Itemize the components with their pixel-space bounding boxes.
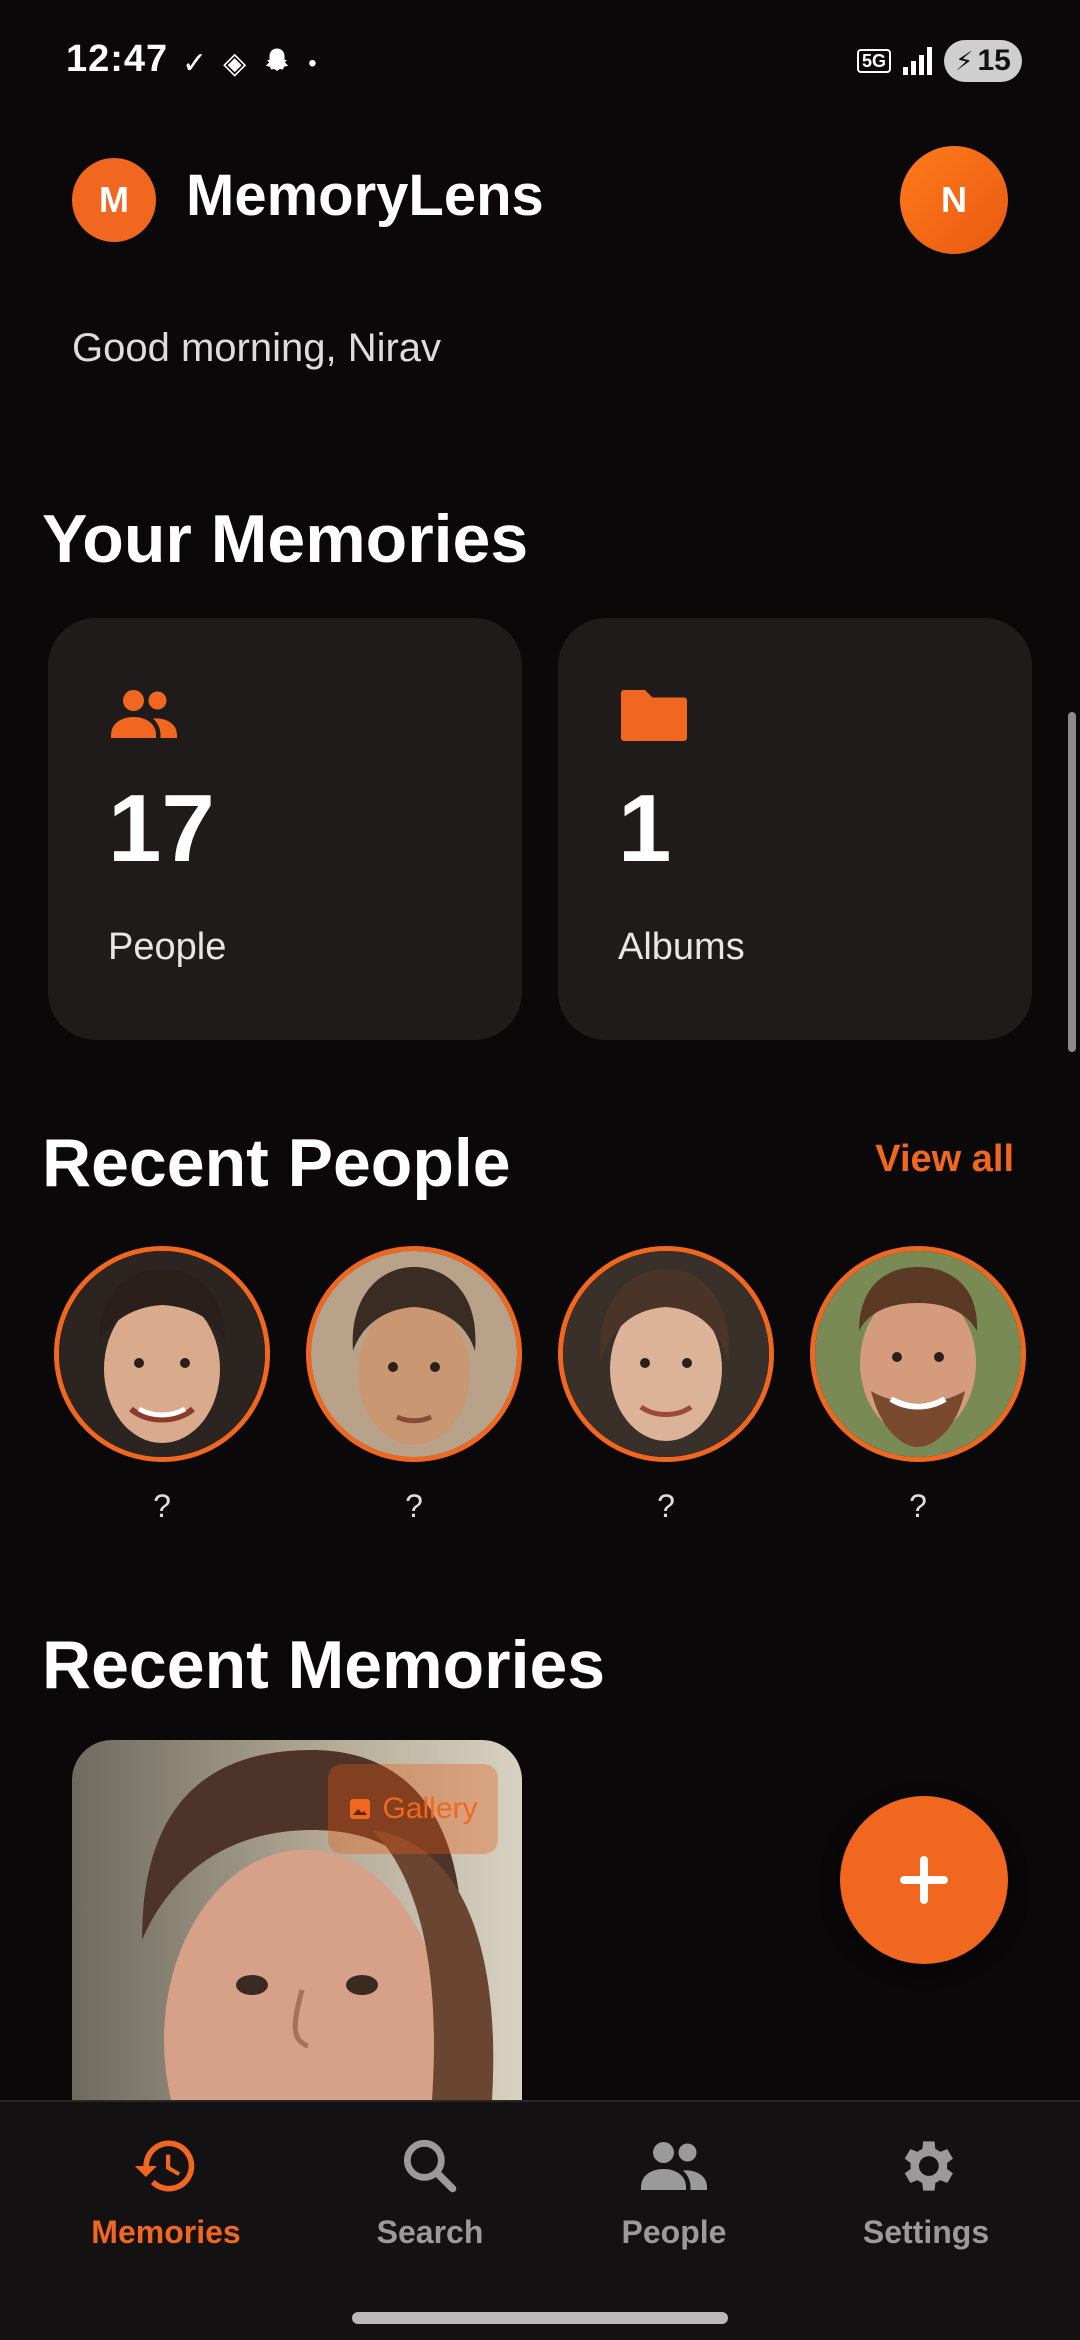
charging-icon: ⚡ [955, 45, 974, 76]
status-bar: 12:47 ✓ ◈ • 5G ⚡ 15 [0, 0, 1080, 120]
person-photo [306, 1246, 522, 1462]
nav-search[interactable]: Search [310, 2132, 550, 2251]
app-title: MemoryLens [186, 163, 544, 228]
bottom-navigation: Memories Search People Settings [0, 2100, 1080, 2340]
profile-avatar-button[interactable]: N [900, 146, 1008, 254]
view-all-link[interactable]: View all [875, 1138, 1014, 1181]
memory-card[interactable]: Gallery [72, 1740, 522, 2100]
people-label: People [108, 926, 227, 968]
people-stat-card[interactable]: 17 People [48, 618, 522, 1040]
person-item[interactable]: ? [810, 1246, 1026, 1525]
image-icon [350, 1799, 371, 1819]
system-icons: 5G ⚡ 15 [856, 40, 1022, 82]
person-photo [54, 1246, 270, 1462]
your-memories-heading: Your Memories [42, 501, 529, 577]
greeting-text: Good morning, Nirav [72, 326, 442, 370]
nav-label: Settings [862, 2214, 990, 2250]
nav-label: Search [376, 2214, 484, 2250]
person-item[interactable]: ? [558, 1246, 774, 1525]
nav-settings[interactable]: Settings [806, 2132, 1046, 2251]
gallery-tag: Gallery [328, 1764, 498, 1854]
people-icon [111, 690, 177, 738]
snapchat-icon [262, 46, 292, 82]
scrollbar[interactable] [1068, 712, 1076, 1052]
history-icon [134, 2140, 195, 2192]
app-logo: M [72, 158, 156, 242]
nav-memories[interactable]: Memories [46, 2132, 286, 2251]
pattern-icon: ◈ [223, 47, 247, 80]
network-badge: 5G [856, 49, 891, 73]
person-photo [810, 1246, 1026, 1462]
albums-label: Albums [618, 926, 745, 968]
gallery-tag-label: Gallery [382, 1792, 478, 1825]
status-time: 12:47 [66, 38, 169, 80]
battery-level: 15 [977, 44, 1011, 77]
folder-icon [621, 690, 687, 741]
person-name: ? [153, 1488, 171, 1524]
dot-icon: • [308, 50, 317, 77]
person-name: ? [405, 1488, 423, 1524]
people-count: 17 [108, 775, 215, 882]
person-item[interactable]: ? [306, 1246, 522, 1525]
person-photo [558, 1246, 774, 1462]
nav-people[interactable]: People [554, 2132, 794, 2251]
recent-people-heading: Recent People [42, 1125, 511, 1201]
person-name: ? [657, 1488, 675, 1524]
search-icon [403, 2139, 457, 2193]
person-item[interactable]: ? [54, 1246, 270, 1525]
recent-memories-heading: Recent Memories [42, 1627, 606, 1703]
add-memory-button[interactable] [840, 1796, 1008, 1964]
albums-count: 1 [618, 775, 672, 882]
check-badge-icon: ✓ [182, 47, 208, 80]
plus-icon [900, 1856, 948, 1904]
notification-icons: ✓ ◈ • [182, 46, 317, 82]
battery-indicator: ⚡ 15 [944, 40, 1022, 82]
nav-label: Memories [91, 2214, 241, 2250]
person-name: ? [909, 1488, 927, 1524]
nav-label: People [621, 2214, 727, 2250]
gear-icon [904, 2141, 953, 2191]
albums-stat-card[interactable]: 1 Albums [558, 618, 1032, 1040]
people-icon [641, 2142, 707, 2190]
signal-icon [903, 47, 932, 75]
home-indicator[interactable] [352, 2312, 728, 2324]
